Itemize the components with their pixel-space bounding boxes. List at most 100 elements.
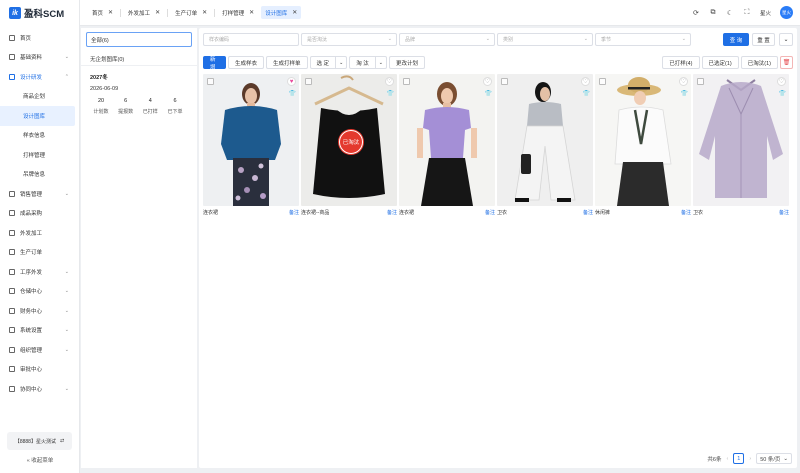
design-image[interactable]: ♥ 👕 [203,74,299,206]
sidebar-item-purchase[interactable]: 成品采购 [0,204,79,224]
add-button[interactable]: 新 增 [203,56,226,71]
select-checkbox[interactable] [403,78,410,85]
design-image[interactable]: ♡ 👕 已淘汰 [301,74,397,206]
sidebar-item-collab[interactable]: 协同中心 ⌄ [0,379,79,399]
design-card[interactable]: ♥ 👕 连衣裙 备注 [203,74,299,216]
sidebar-item-settings[interactable]: 系统设置 ⌄ [0,321,79,341]
heart-icon[interactable]: ♡ [679,77,688,86]
sidebar-item-design-gallery[interactable]: 设计图库 [0,106,75,126]
expand-filters-button[interactable]: ⌄ [779,33,793,46]
tshirt-icon[interactable]: 👕 [485,90,492,97]
tab-home[interactable]: 首页 ✕ [88,6,117,19]
note-link[interactable]: 备注 [485,209,495,216]
tshirt-icon[interactable]: 👕 [583,90,590,97]
note-link[interactable]: 备注 [779,209,789,216]
tshirt-icon[interactable]: 👕 [289,90,296,97]
design-card[interactable]: ♡ 👕 卫衣 备注 [497,74,593,216]
tshirt-icon[interactable]: 👕 [779,90,786,97]
tshirt-icon[interactable]: 👕 [387,90,394,97]
select-dropdown[interactable]: ⌄ [336,56,348,69]
sidebar-item-approval[interactable]: 审批中心 [0,360,79,380]
reset-button[interactable]: 重 置 [752,33,775,46]
select-checkbox[interactable] [501,78,508,85]
chevron-left-icon[interactable]: ‹ [726,456,728,462]
sidebar-item-proofing[interactable]: 打样管理 [0,145,79,165]
query-button[interactable]: 查 询 [723,33,749,46]
selected-filter-button[interactable]: 已选定(1) [701,56,739,69]
note-link[interactable]: 备注 [681,209,691,216]
tree-all-node[interactable]: 全部(6) [86,32,192,47]
eliminated-filter-button[interactable]: 已淘汰(1) [740,56,778,69]
sidebar-item-finance[interactable]: 财务中心 ⌄ [0,301,79,321]
app-logo[interactable]: ik 盈科SCM [0,0,79,26]
eliminated-select[interactable]: 是否淘汰 ⌄ [301,33,397,46]
user-name[interactable]: 星火 [760,9,771,17]
sidebar-item-design-rd[interactable]: 设计研发 ⌃ [0,67,79,87]
select-button[interactable]: 选 定 [309,56,337,69]
sidebar-item-outsource[interactable]: 外发加工 [0,223,79,243]
note-link[interactable]: 备注 [387,209,397,216]
heart-icon[interactable]: ♡ [385,77,394,86]
eliminate-dropdown[interactable]: ⌄ [375,56,387,69]
close-icon[interactable]: ✕ [249,9,254,16]
category-select[interactable]: 类别 ⌄ [497,33,593,46]
sidebar-item-sales[interactable]: 销售管理 ⌄ [0,184,79,204]
close-icon[interactable]: ✕ [108,9,113,16]
sidebar-item-sample-info[interactable]: 样衣信息 [0,126,79,146]
chevron-right-icon[interactable]: › [749,456,751,462]
tree-no-plan-node[interactable]: 无企划图库(0) [81,52,197,66]
select-checkbox[interactable] [207,78,214,85]
eliminate-button[interactable]: 淘 汰 [349,56,376,69]
language-icon[interactable]: ⧉ [709,9,717,17]
sidebar-item-production-order[interactable]: 生产订单 [0,243,79,263]
tshirt-icon[interactable]: 👕 [681,90,688,97]
close-icon[interactable]: ✕ [292,9,297,16]
sidebar-item-organization[interactable]: 组织管理 ⌄ [0,340,79,360]
sidebar-item-process-outsource[interactable]: 工序外发 ⌄ [0,262,79,282]
sidebar-item-home[interactable]: 首页 [0,28,79,48]
sidebar-item-product-plan[interactable]: 商品企划 [0,87,79,107]
note-link[interactable]: 备注 [289,209,299,216]
heart-icon[interactable]: ♡ [777,77,786,86]
fullscreen-icon[interactable]: ⛶ [743,9,751,17]
select-checkbox[interactable] [697,78,704,85]
heart-icon[interactable]: ♡ [483,77,492,86]
heart-icon[interactable]: ♡ [581,77,590,86]
design-card[interactable]: ♡ 👕 休闲裤 备注 [595,74,691,216]
tab-production-order[interactable]: 生产订单 ✕ [171,6,211,19]
tab-proofing[interactable]: 打样管理 ✕ [218,6,258,19]
design-card[interactable]: ♡ 👕 连衣裙 备注 [399,74,495,216]
design-card[interactable]: ♡ 👕 已淘汰 连衣裙--商品 备注 [301,74,397,216]
brand-select[interactable]: 品牌 ⌄ [399,33,495,46]
refresh-icon[interactable]: ⟳ [692,9,700,17]
moon-icon[interactable]: ☾ [726,9,734,17]
change-plan-button[interactable]: 更改计划 [389,56,426,69]
heart-icon[interactable]: ♥ [287,77,296,86]
tenant-switcher[interactable]: 【8888】星火测试 ⇄ [7,432,72,450]
page-number[interactable]: 1 [733,453,745,464]
select-checkbox[interactable] [599,78,606,85]
design-image[interactable]: ♡ 👕 [693,74,789,206]
style-code-input[interactable]: 样衣编码 [203,33,299,46]
tab-design-gallery[interactable]: 设计图库 ✕ [261,6,302,19]
generate-proof-button[interactable]: 生成打样单 [266,56,308,69]
select-checkbox[interactable] [305,78,312,85]
design-card[interactable]: ♡ 👕 卫衣 备注 [693,74,789,216]
delete-button[interactable]: 🗑 [780,56,793,69]
page-size-select[interactable]: 50 条/页 ⌄ [756,453,792,464]
close-icon[interactable]: ✕ [202,9,207,16]
design-image[interactable]: ♡ 👕 [595,74,691,206]
season-select[interactable]: 季节 ⌄ [595,33,691,46]
proofed-filter-button[interactable]: 已打样(4) [662,56,700,69]
tab-outsource[interactable]: 外发加工 ✕ [124,6,164,19]
generate-sample-button[interactable]: 生成样衣 [228,56,265,69]
sidebar-item-tag-info[interactable]: 吊牌信息 [0,165,79,185]
note-link[interactable]: 备注 [583,209,593,216]
design-image[interactable]: ♡ 👕 [497,74,593,206]
close-icon[interactable]: ✕ [155,9,160,16]
season-node[interactable]: 2027冬 2026-06-09 20 计划数 6 提报数 4 已打样 6 已下单 [81,66,197,115]
design-image[interactable]: ♡ 👕 [399,74,495,206]
sidebar-item-basic-data[interactable]: 基础资料 ⌄ [0,48,79,68]
avatar[interactable]: 星火 [780,6,793,19]
collapse-menu-button[interactable]: « 收起菜单 [0,456,80,464]
